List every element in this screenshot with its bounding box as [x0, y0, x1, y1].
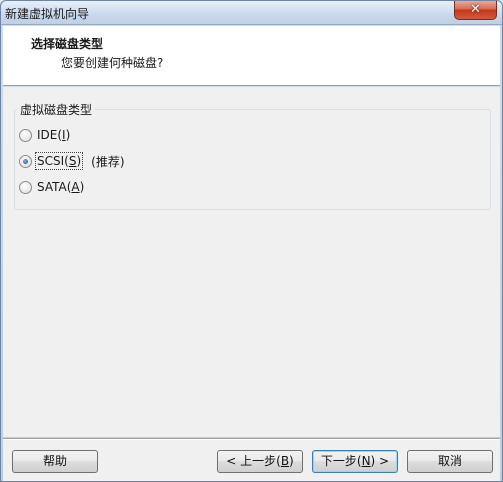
groupbox-label: 虚拟磁盘类型	[17, 101, 96, 118]
next-button[interactable]: 下一步(N) >	[312, 450, 398, 473]
radio-ide-label[interactable]: IDE(I)	[37, 128, 70, 142]
window-title: 新建虚拟机向导	[5, 7, 90, 21]
page-title: 选择磁盘类型	[31, 37, 104, 51]
wizard-body: 虚拟磁盘类型 IDE(I) SCSI(S) (推荐) SATA(A)	[3, 87, 500, 437]
wizard-header: 选择磁盘类型 您要创建何种磁盘?	[3, 26, 500, 86]
radio-scsi[interactable]: SCSI(S) (推荐)	[19, 152, 125, 170]
radio-sata[interactable]: SATA(A)	[19, 179, 84, 195]
close-icon: ✕	[470, 2, 481, 17]
page-subtitle: 您要创建何种磁盘?	[61, 56, 164, 70]
radio-ide[interactable]: IDE(I)	[19, 127, 70, 143]
radio-sata-button[interactable]	[19, 180, 32, 194]
help-button[interactable]: 帮助	[12, 450, 98, 473]
recommended-note: (推荐)	[91, 154, 125, 169]
title-bar[interactable]: 新建虚拟机向导 ✕	[1, 1, 502, 25]
wizard-window: 新建虚拟机向导 ✕ 选择磁盘类型 您要创建何种磁盘? 虚拟磁盘类型 IDE(I)…	[0, 0, 503, 482]
cancel-button[interactable]: 取消	[407, 450, 493, 473]
radio-ide-button[interactable]	[19, 128, 32, 142]
back-button[interactable]: < 上一步(B)	[217, 450, 303, 473]
radio-scsi-button[interactable]	[19, 154, 32, 168]
radio-scsi-label[interactable]: SCSI(S)	[34, 152, 84, 170]
wizard-footer: 帮助 < 上一步(B) 下一步(N) > 取消	[3, 440, 500, 481]
close-button[interactable]: ✕	[454, 1, 497, 20]
radio-sata-label[interactable]: SATA(A)	[37, 180, 84, 194]
